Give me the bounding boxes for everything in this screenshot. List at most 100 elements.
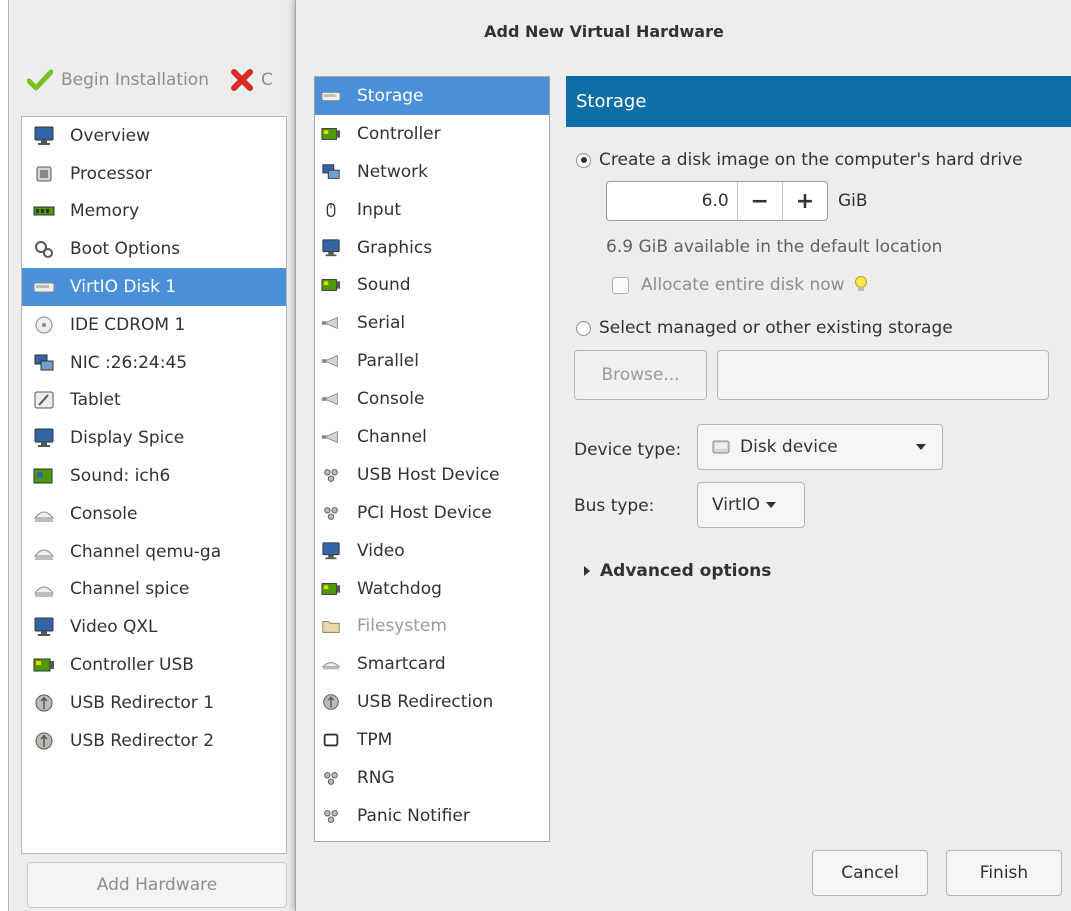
advanced-options-expander[interactable]: Advanced options [584, 561, 771, 581]
storage-header: Storage [566, 76, 1071, 127]
device-type-item[interactable]: Panic Notifier [315, 797, 549, 835]
monitor-icon [321, 541, 341, 561]
device-type-item[interactable]: Sound [315, 266, 549, 304]
hardware-list-item[interactable]: Console [22, 495, 286, 533]
create-disk-radio[interactable] [576, 152, 591, 168]
device-type-item[interactable]: PCI Host Device [315, 494, 549, 532]
card-icon [32, 654, 56, 676]
select-existing-radio-row[interactable]: Select managed or other existing storage [576, 318, 953, 338]
device-type-item-label: Smartcard [357, 654, 446, 675]
hardware-list[interactable]: Overview Processor Memory Boot Options VirtI… [21, 116, 287, 854]
device-type-value: Disk device [740, 437, 838, 457]
hardware-list-item[interactable]: Channel spice [22, 571, 286, 609]
hardware-list-item[interactable]: Memory [22, 193, 286, 231]
lightbulb-icon [854, 276, 867, 291]
device-type-item-label: Storage [357, 85, 424, 106]
device-type-item[interactable]: Parallel [315, 342, 549, 380]
device-type-item-label: TPM [357, 730, 393, 751]
device-type-item-label: Controller [357, 123, 441, 144]
device-type-item[interactable]: Watchdog [315, 570, 549, 608]
device-type-combo[interactable]: Disk device [697, 424, 943, 470]
device-type-item[interactable]: Storage [315, 77, 549, 115]
plug-icon [321, 313, 341, 333]
cancel-button[interactable]: Cancel [812, 850, 928, 896]
hardware-list-item-label: Tablet [70, 390, 121, 411]
disk-size-spinner: 6.0 − + GiB [606, 180, 868, 222]
available-space-note: 6.9 GiB available in the default locatio… [606, 237, 943, 257]
hardware-list-item-label: Processor [70, 163, 152, 184]
hardware-list-item[interactable]: Controller USB [22, 646, 286, 684]
hardware-list-item[interactable]: Display Spice [22, 419, 286, 457]
hardware-list-item-label: Overview [70, 125, 151, 146]
device-type-item-label: Sound [357, 275, 411, 296]
network-icon [321, 162, 341, 182]
storage-path-input[interactable] [717, 350, 1049, 400]
bus-type-combo[interactable]: VirtIO [697, 482, 805, 528]
device-type-item[interactable]: Input [315, 191, 549, 229]
device-type-list[interactable]: Storage Controller Network Input Graphics Sou… [314, 76, 550, 842]
finish-button[interactable]: Finish [946, 850, 1062, 896]
cpu-icon [32, 163, 56, 185]
expander-arrow-icon [584, 566, 590, 576]
size-unit-label: GiB [838, 191, 868, 211]
hardware-list-item-label: NIC :26:24:45 [70, 352, 188, 373]
hardware-list-item[interactable]: Tablet [22, 382, 286, 420]
device-icon [321, 503, 341, 523]
plug-icon [321, 389, 341, 409]
monitor-icon [32, 427, 56, 449]
hardware-list-item[interactable]: USB Redirector 1 [22, 684, 286, 722]
cdrom-icon [32, 314, 56, 336]
hardware-list-item-label: Console [70, 503, 138, 524]
device-type-item-label: RNG [357, 767, 395, 788]
cancel-installation-button[interactable]: C [230, 69, 273, 91]
card-icon [321, 275, 341, 295]
device-type-item-label: Watchdog [357, 578, 442, 599]
decrease-size-button[interactable]: − [736, 182, 782, 220]
device-type-item[interactable]: RNG [315, 759, 549, 797]
hardware-list-item[interactable]: Sound: ich6 [22, 457, 286, 495]
device-type-item[interactable]: Serial [315, 304, 549, 342]
hardware-list-item[interactable]: Processor [22, 155, 286, 193]
bus-type-label: Bus type: [574, 496, 655, 516]
device-type-item[interactable]: Channel [315, 418, 549, 456]
browse-button[interactable]: Browse... [574, 350, 707, 400]
disk-size-field[interactable]: 6.0 − + [606, 181, 828, 221]
increase-size-button[interactable]: + [781, 182, 827, 220]
chevron-down-icon [916, 444, 926, 450]
hardware-list-item[interactable]: IDE CDROM 1 [22, 306, 286, 344]
disk-size-value[interactable]: 6.0 [607, 191, 737, 211]
plug-icon [321, 351, 341, 371]
device-type-item-label: Graphics [357, 237, 433, 258]
cancel-x-icon [230, 69, 253, 91]
begin-installation-button[interactable]: Begin Installation [27, 69, 209, 91]
hardware-list-item[interactable]: Video QXL [22, 608, 286, 646]
hardware-list-item[interactable]: Boot Options [22, 230, 286, 268]
monitor-icon [321, 238, 341, 258]
device-type-item[interactable]: Network [315, 153, 549, 191]
device-type-item[interactable]: Smartcard [315, 645, 549, 683]
hardware-list-item[interactable]: Channel qemu-ga [22, 533, 286, 571]
soundcard-icon [32, 465, 56, 487]
device-type-item[interactable]: TPM [315, 721, 549, 759]
hardware-list-item-label: USB Redirector 2 [70, 730, 215, 751]
add-hardware-button[interactable]: Add Hardware [27, 862, 287, 908]
hardware-list-item[interactable]: Overview [22, 117, 286, 155]
device-type-item[interactable]: USB Redirection [315, 683, 549, 721]
device-type-item[interactable]: Video [315, 532, 549, 570]
usb-icon [32, 692, 56, 714]
hardware-list-item[interactable]: NIC :26:24:45 [22, 344, 286, 382]
device-type-item[interactable]: USB Host Device [315, 456, 549, 494]
device-type-item[interactable]: Controller [315, 115, 549, 153]
device-type-item[interactable]: Graphics [315, 229, 549, 267]
device-type-item[interactable]: Console [315, 380, 549, 418]
select-existing-radio[interactable] [576, 320, 591, 336]
checkmark-icon [27, 69, 53, 91]
create-disk-radio-row[interactable]: Create a disk image on the computer's ha… [576, 150, 1023, 170]
hardware-list-item[interactable]: USB Redirector 2 [22, 722, 286, 760]
hardware-list-item-label: Video QXL [70, 617, 158, 638]
card-icon [321, 579, 341, 599]
hardware-list-item[interactable]: VirtIO Disk 1 [22, 268, 286, 306]
allocate-disk-label: Allocate entire disk now [641, 275, 845, 295]
disk-icon [321, 86, 341, 106]
device-type-item-label: Filesystem [357, 616, 447, 637]
